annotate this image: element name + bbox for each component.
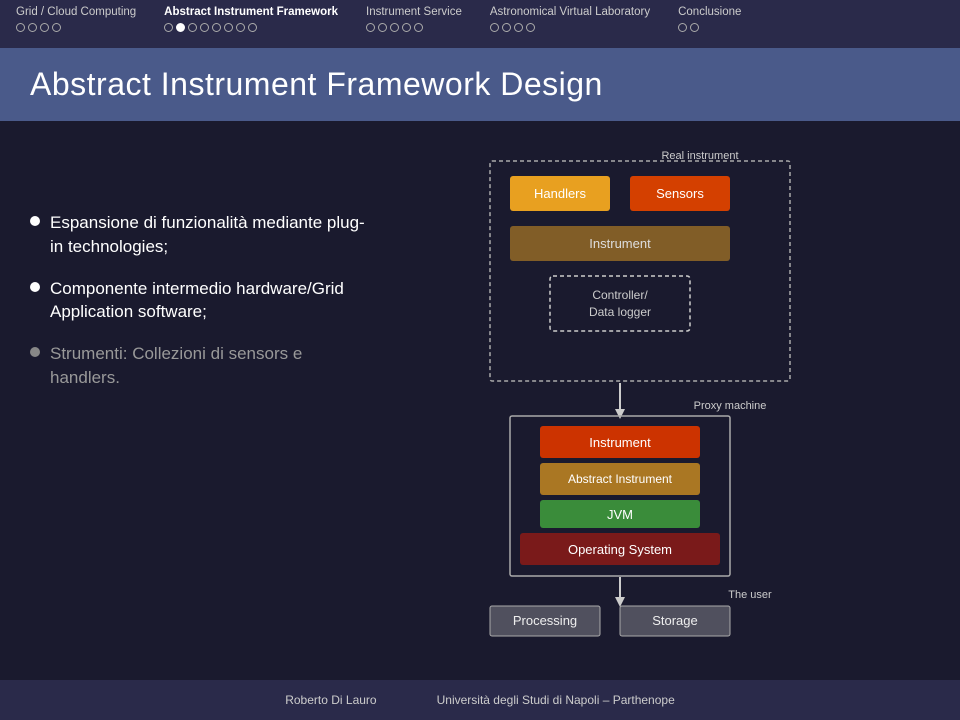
nav-item-label: Instrument Service: [366, 6, 462, 18]
nav-dot: [414, 23, 423, 32]
footer-left: Roberto Di Lauro: [285, 693, 376, 707]
nav-dot: [188, 23, 197, 32]
nav-dot: [200, 23, 209, 32]
jvm-label: JVM: [607, 507, 633, 522]
nav-dot: [378, 23, 387, 32]
nav-dot: [502, 23, 511, 32]
the-user-label: The user: [728, 589, 772, 601]
bullet-item: Strumenti: Collezioni di sensors e handl…: [30, 342, 370, 390]
sensors-label: Sensors: [656, 186, 704, 201]
nav-item-label: Astronomical Virtual Laboratory: [490, 6, 650, 18]
nav-dot: [52, 23, 61, 32]
nav-dot: [366, 23, 375, 32]
nav-item-label: Conclusione: [678, 6, 741, 18]
nav-dots: [678, 23, 699, 32]
bullet-dot: [30, 282, 40, 292]
nav-dot: [390, 23, 399, 32]
diagram-svg: Real instrument Handlers Sensors Instrum…: [400, 151, 820, 641]
nav-dot: [236, 23, 245, 32]
nav-dot: [690, 23, 699, 32]
nav-item[interactable]: Abstract Instrument Framework: [164, 6, 338, 32]
instrument-label: Instrument: [589, 236, 651, 251]
nav-item[interactable]: Instrument Service: [366, 6, 462, 32]
storage-label: Storage: [652, 613, 698, 628]
nav-item-label: Grid / Cloud Computing: [16, 6, 136, 18]
nav-dot: [212, 23, 221, 32]
data-logger-label: Data logger: [589, 305, 651, 319]
os-label: Operating System: [568, 542, 672, 557]
nav-dot: [40, 23, 49, 32]
bullet-text: Strumenti: Collezioni di sensors e handl…: [50, 342, 370, 390]
main-content: Espansione di funzionalità mediante plug…: [0, 121, 960, 681]
diagram-area: Real instrument Handlers Sensors Instrum…: [400, 151, 930, 681]
processing-label: Processing: [513, 613, 577, 628]
nav-dots: [366, 23, 423, 32]
nav-dot: [248, 23, 257, 32]
proxy-machine-label: Proxy machine: [694, 400, 767, 412]
nav-dot: [16, 23, 25, 32]
real-instrument-label: Real instrument: [661, 151, 738, 162]
nav-dot: [402, 23, 411, 32]
nav-dot: [224, 23, 233, 32]
left-column: Espansione di funzionalità mediante plug…: [30, 151, 370, 681]
nav-dot: [678, 23, 687, 32]
nav-dot: [28, 23, 37, 32]
title-bar: Abstract Instrument Framework Design: [0, 48, 960, 121]
bullet-item: Componente intermedio hardware/Grid Appl…: [30, 277, 370, 325]
nav-dot: [490, 23, 499, 32]
abstract-instrument-label: Abstract Instrument: [568, 472, 673, 486]
bullet-item: Espansione di funzionalità mediante plug…: [30, 211, 370, 259]
nav-dot: [526, 23, 535, 32]
nav-dots: [490, 23, 535, 32]
and-more-label: ...and more.: [585, 639, 654, 641]
nav-dot: [514, 23, 523, 32]
nav-item-label: Abstract Instrument Framework: [164, 6, 338, 18]
nav-dot: [164, 23, 173, 32]
controller-label: Controller/: [592, 288, 648, 302]
bullet-text: Componente intermedio hardware/Grid Appl…: [50, 277, 370, 325]
page-title: Abstract Instrument Framework Design: [30, 66, 930, 103]
bullet-dot: [30, 216, 40, 226]
nav-item[interactable]: Grid / Cloud Computing: [16, 6, 136, 32]
top-nav: Grid / Cloud Computing Abstract Instrumen…: [0, 0, 960, 48]
nav-item[interactable]: Astronomical Virtual Laboratory: [490, 6, 650, 32]
nav-item[interactable]: Conclusione: [678, 6, 741, 32]
footer: Roberto Di Lauro Università degli Studi …: [0, 680, 960, 720]
instrument2-label: Instrument: [589, 435, 651, 450]
nav-dots: [16, 23, 61, 32]
bullet-dot: [30, 347, 40, 357]
nav-dots: [164, 23, 257, 32]
bullet-text: Espansione di funzionalità mediante plug…: [50, 211, 370, 259]
footer-right: Università degli Studi di Napoli – Parth…: [437, 693, 675, 707]
nav-dot: [176, 23, 185, 32]
handlers-label: Handlers: [534, 186, 587, 201]
